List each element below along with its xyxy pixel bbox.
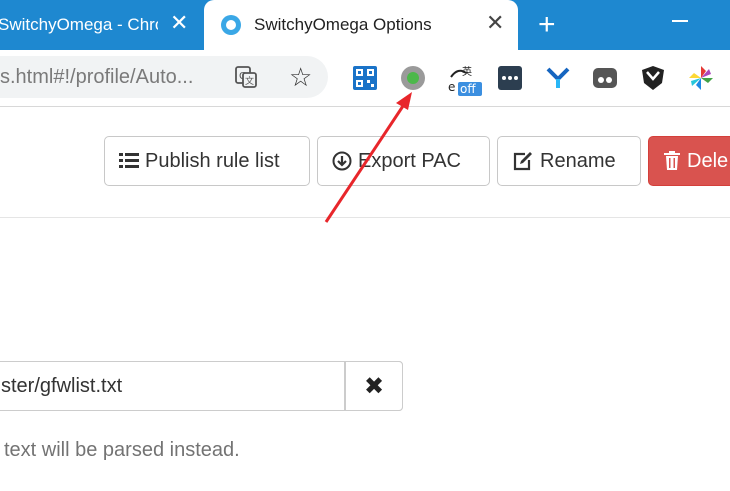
clear-url-button[interactable]: ✖: [344, 361, 403, 411]
translate-icon[interactable]: G文: [234, 65, 258, 94]
address-bar[interactable]: s.html#!/profile/Auto... G文 ☆: [0, 56, 328, 98]
close-icon[interactable]: ✕: [170, 12, 188, 34]
list-icon: [119, 153, 139, 168]
publish-rule-list-button[interactable]: Publish rule list: [104, 136, 310, 186]
new-tab-button[interactable]: +: [538, 10, 556, 40]
tab-strip: SwitchyOmega - Chrome ✕ SwitchyOmega Opt…: [0, 0, 730, 50]
publish-label: Publish rule list: [145, 149, 280, 172]
tab-title: SwitchyOmega Options: [254, 15, 432, 34]
url-text: s.html#!/profile/Auto...: [0, 66, 194, 88]
rename-label: Rename: [540, 149, 616, 172]
delete-label: Dele: [687, 149, 729, 172]
close-icon: ✖: [363, 372, 385, 400]
translate-off-icon[interactable]: 英 e off: [448, 65, 484, 96]
browser-toolbar: s.html#!/profile/Auto... G文 ☆ 英eoff: [0, 50, 730, 107]
bookmark-star-icon[interactable]: ☆: [289, 62, 312, 92]
export-pac-button[interactable]: Export PAC: [317, 136, 490, 186]
svg-text:英: 英: [462, 65, 472, 78]
svg-text:文: 文: [245, 75, 254, 87]
switchyomega-icon: [220, 14, 242, 36]
rule-list-url-value: ster/gfwlist.txt: [1, 375, 123, 397]
tab-switchyomega-chrome[interactable]: SwitchyOmega - Chrome ✕: [0, 0, 200, 50]
svg-text:e: e: [448, 80, 455, 94]
y-icon[interactable]: [545, 65, 571, 91]
off-badge: off: [460, 82, 476, 96]
rule-list-url-input[interactable]: ster/gfwlist.txt: [0, 361, 403, 411]
export-label: Export PAC: [358, 149, 461, 172]
shield-icon[interactable]: [640, 65, 666, 91]
dots-icon[interactable]: [497, 65, 523, 91]
tab-switchyomega-options[interactable]: SwitchyOmega Options ✕: [204, 0, 518, 50]
close-icon[interactable]: ✕: [486, 12, 504, 34]
help-text: text will be parsed instead.: [4, 439, 240, 461]
download-circle-icon: [332, 151, 352, 171]
tab-title: SwitchyOmega - Chrome: [0, 15, 158, 34]
minimize-icon[interactable]: [672, 20, 688, 22]
trash-icon: [664, 151, 680, 170]
ghost-icon[interactable]: [592, 65, 618, 91]
rename-button[interactable]: Rename: [497, 136, 641, 186]
pinwheel-icon[interactable]: [688, 65, 714, 91]
qr-code-icon[interactable]: [352, 65, 378, 91]
edit-icon: [513, 152, 532, 171]
delete-button[interactable]: Dele: [648, 136, 730, 186]
proxy-status-icon[interactable]: [400, 65, 426, 91]
